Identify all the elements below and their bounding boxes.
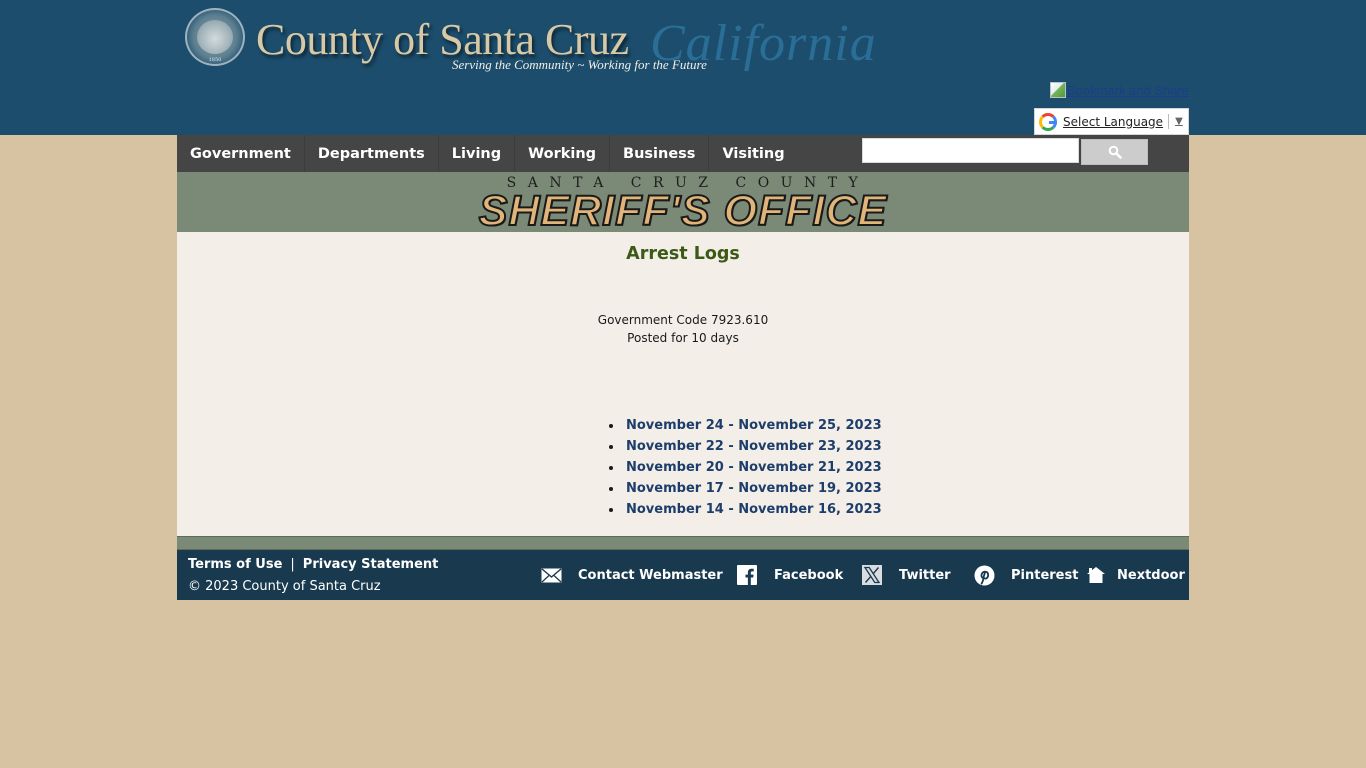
county-seal-icon[interactable]: 1850 bbox=[185, 8, 245, 66]
language-selector[interactable]: Select Language ▼ bbox=[1034, 108, 1189, 135]
terms-of-use-link[interactable]: Terms of Use bbox=[188, 557, 282, 572]
pinterest-link[interactable]: Pinterest bbox=[973, 565, 1078, 585]
search-icon bbox=[1108, 145, 1122, 159]
seal-year: 1850 bbox=[208, 57, 222, 63]
nav-item-business[interactable]: Business bbox=[610, 135, 710, 172]
arrest-log-link[interactable]: November 24 - November 25, 2023 bbox=[626, 418, 882, 433]
nav-item-living[interactable]: Living bbox=[439, 135, 516, 172]
footer-legal-links: Terms of Use | Privacy Statement bbox=[188, 557, 438, 572]
arrest-log-link[interactable]: November 22 - November 23, 2023 bbox=[626, 439, 882, 454]
twitter-label: Twitter bbox=[899, 567, 951, 583]
list-item: November 20 - November 21, 2023 bbox=[608, 457, 882, 478]
facebook-icon bbox=[736, 565, 758, 585]
nav-item-departments[interactable]: Departments bbox=[305, 135, 439, 172]
seal-emblem bbox=[197, 20, 233, 54]
copyright-text: © 2023 County of Santa Cruz bbox=[188, 579, 381, 594]
government-code: Government Code 7923.610 bbox=[597, 313, 769, 327]
site-header: 1850 California County of Santa Cruz Ser… bbox=[177, 0, 1189, 135]
bookmark-share-label: Bookmark and Share bbox=[1066, 82, 1189, 98]
list-item: November 17 - November 19, 2023 bbox=[608, 478, 882, 499]
broken-image-icon bbox=[1049, 82, 1066, 98]
google-icon bbox=[1039, 112, 1057, 131]
contact-webmaster-label: Contact Webmaster bbox=[578, 567, 723, 583]
privacy-statement-link[interactable]: Privacy Statement bbox=[303, 557, 439, 572]
twitter-link[interactable]: Twitter bbox=[861, 565, 951, 585]
pinterest-icon bbox=[973, 565, 995, 585]
search-button[interactable] bbox=[1081, 139, 1148, 165]
list-item: November 14 - November 16, 2023 bbox=[608, 499, 882, 520]
nav-item-working[interactable]: Working bbox=[515, 135, 611, 172]
mail-icon bbox=[540, 565, 562, 585]
pinterest-label: Pinterest bbox=[1011, 567, 1079, 583]
language-select-label[interactable]: Select Language bbox=[1063, 115, 1163, 129]
contact-webmaster-link[interactable]: Contact Webmaster bbox=[540, 565, 723, 585]
nextdoor-label: Nextdoor bbox=[1117, 567, 1185, 583]
language-divider bbox=[1168, 114, 1170, 129]
nav-item-government[interactable]: Government bbox=[177, 135, 305, 172]
nextdoor-link[interactable]: Nextdoor bbox=[1085, 565, 1185, 585]
dropdown-arrow-icon[interactable]: ▼ bbox=[1175, 116, 1183, 127]
arrest-log-list: November 24 - November 25, 2023 November… bbox=[608, 415, 882, 520]
page-title: Arrest Logs bbox=[626, 244, 740, 264]
page-container: 1850 California County of Santa Cruz Ser… bbox=[177, 0, 1189, 600]
footer-separator: | bbox=[290, 557, 295, 572]
search-input[interactable] bbox=[862, 138, 1079, 163]
arrest-log-link[interactable]: November 17 - November 19, 2023 bbox=[626, 481, 882, 496]
x-twitter-icon bbox=[861, 565, 883, 585]
sheriff-banner: SANTA CRUZ COUNTY SHERIFF'S OFFICE bbox=[177, 172, 1189, 236]
arrest-log-link[interactable]: November 14 - November 16, 2023 bbox=[626, 502, 882, 517]
facebook-link[interactable]: Facebook bbox=[736, 565, 843, 585]
list-item: November 24 - November 25, 2023 bbox=[608, 415, 882, 436]
arrest-log-link[interactable]: November 20 - November 21, 2023 bbox=[626, 460, 882, 475]
posting-duration: Posted for 10 days bbox=[627, 331, 739, 345]
banner-sheriff-office: SHERIFF'S OFFICE bbox=[478, 186, 888, 236]
main-content: Arrest Logs Government Code 7923.610 Pos… bbox=[177, 232, 1189, 536]
bookmark-share-link[interactable]: Bookmark and Share bbox=[1049, 82, 1189, 98]
facebook-label: Facebook bbox=[774, 567, 844, 583]
nav-item-visiting[interactable]: Visiting bbox=[709, 135, 797, 172]
main-nav: Government Departments Living Working Bu… bbox=[177, 135, 1189, 172]
posting-info: Government Code 7923.610 Posted for 10 d… bbox=[177, 311, 1189, 347]
site-tagline: Serving the Community ~ Working for the … bbox=[452, 57, 707, 72]
list-item: November 22 - November 23, 2023 bbox=[608, 436, 882, 457]
footer-divider-band bbox=[177, 536, 1189, 550]
nextdoor-icon bbox=[1085, 565, 1107, 585]
site-footer: Terms of Use | Privacy Statement © 2023 Co… bbox=[177, 550, 1189, 600]
